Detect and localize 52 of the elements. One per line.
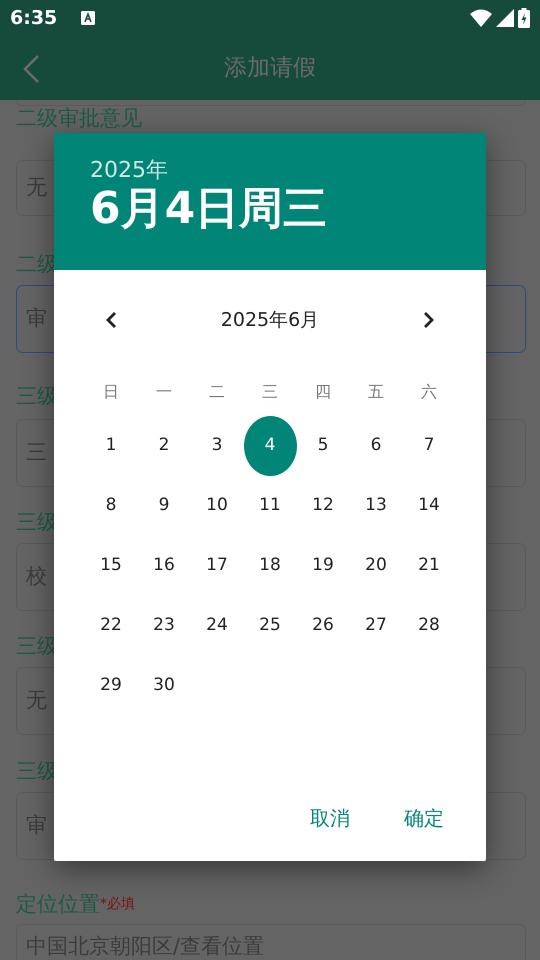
day-button[interactable]: 24	[190, 596, 244, 656]
day-button[interactable]: 29	[84, 656, 138, 716]
weekday-label: 六	[420, 381, 438, 403]
required-note: *必填	[100, 895, 135, 914]
day-button[interactable]: 26	[296, 596, 350, 656]
day-button[interactable]: 12	[296, 476, 350, 536]
day-button[interactable]: 19	[296, 536, 350, 596]
day-button[interactable]: 9	[138, 476, 190, 536]
day-button[interactable]: 6	[350, 416, 402, 476]
day-button[interactable]: 14	[402, 476, 456, 536]
day-button[interactable]: 4	[244, 416, 296, 476]
weekday-label: 日	[102, 381, 120, 403]
selected-year[interactable]: 2025年	[90, 159, 450, 184]
weekday-label: 二	[208, 381, 226, 403]
day-button[interactable]: 3	[190, 416, 244, 476]
confirm-button[interactable]: 确定	[384, 795, 464, 841]
day-button[interactable]: 23	[138, 596, 190, 656]
input-field[interactable]	[16, 100, 526, 106]
selected-date: 6月4日周三	[90, 183, 328, 236]
signal-icon	[496, 9, 514, 27]
day-button[interactable]: 11	[244, 476, 296, 536]
field-label: 二级审批意见	[16, 108, 142, 129]
day-button[interactable]: 25	[244, 596, 296, 656]
status-time: 6:35	[10, 6, 58, 31]
weekday-label: 五	[367, 381, 385, 403]
day-button[interactable]: 18	[244, 536, 296, 596]
day-button[interactable]: 22	[84, 596, 138, 656]
keyboard-icon	[81, 11, 96, 25]
page-title: 添加请假	[224, 54, 316, 83]
field-label: 定位位置	[16, 894, 100, 915]
cancel-button[interactable]: 取消	[290, 795, 370, 841]
day-button[interactable]: 27	[350, 596, 402, 656]
day-button[interactable]: 15	[84, 536, 138, 596]
weekday-label: 四	[314, 381, 332, 403]
day-button[interactable]: 5	[296, 416, 350, 476]
wifi-icon	[470, 9, 492, 27]
day-button[interactable]: 13	[350, 476, 402, 536]
day-button[interactable]: 8	[84, 476, 138, 536]
day-button[interactable]: 28	[402, 596, 456, 656]
weekday-label: 一	[155, 381, 173, 403]
day-button[interactable]: 17	[190, 536, 244, 596]
day-button[interactable]: 2	[138, 416, 190, 476]
day-button[interactable]: 16	[138, 536, 190, 596]
month-title: 2025年6月	[220, 308, 320, 333]
day-button[interactable]: 10	[190, 476, 244, 536]
weekday-label: 三	[261, 381, 279, 403]
battery-icon	[518, 8, 530, 28]
day-button[interactable]: 20	[350, 536, 402, 596]
day-button[interactable]: 7	[402, 416, 456, 476]
day-button[interactable]: 1	[84, 416, 138, 476]
day-button[interactable]: 30	[138, 656, 190, 716]
day-button[interactable]: 21	[402, 536, 456, 596]
